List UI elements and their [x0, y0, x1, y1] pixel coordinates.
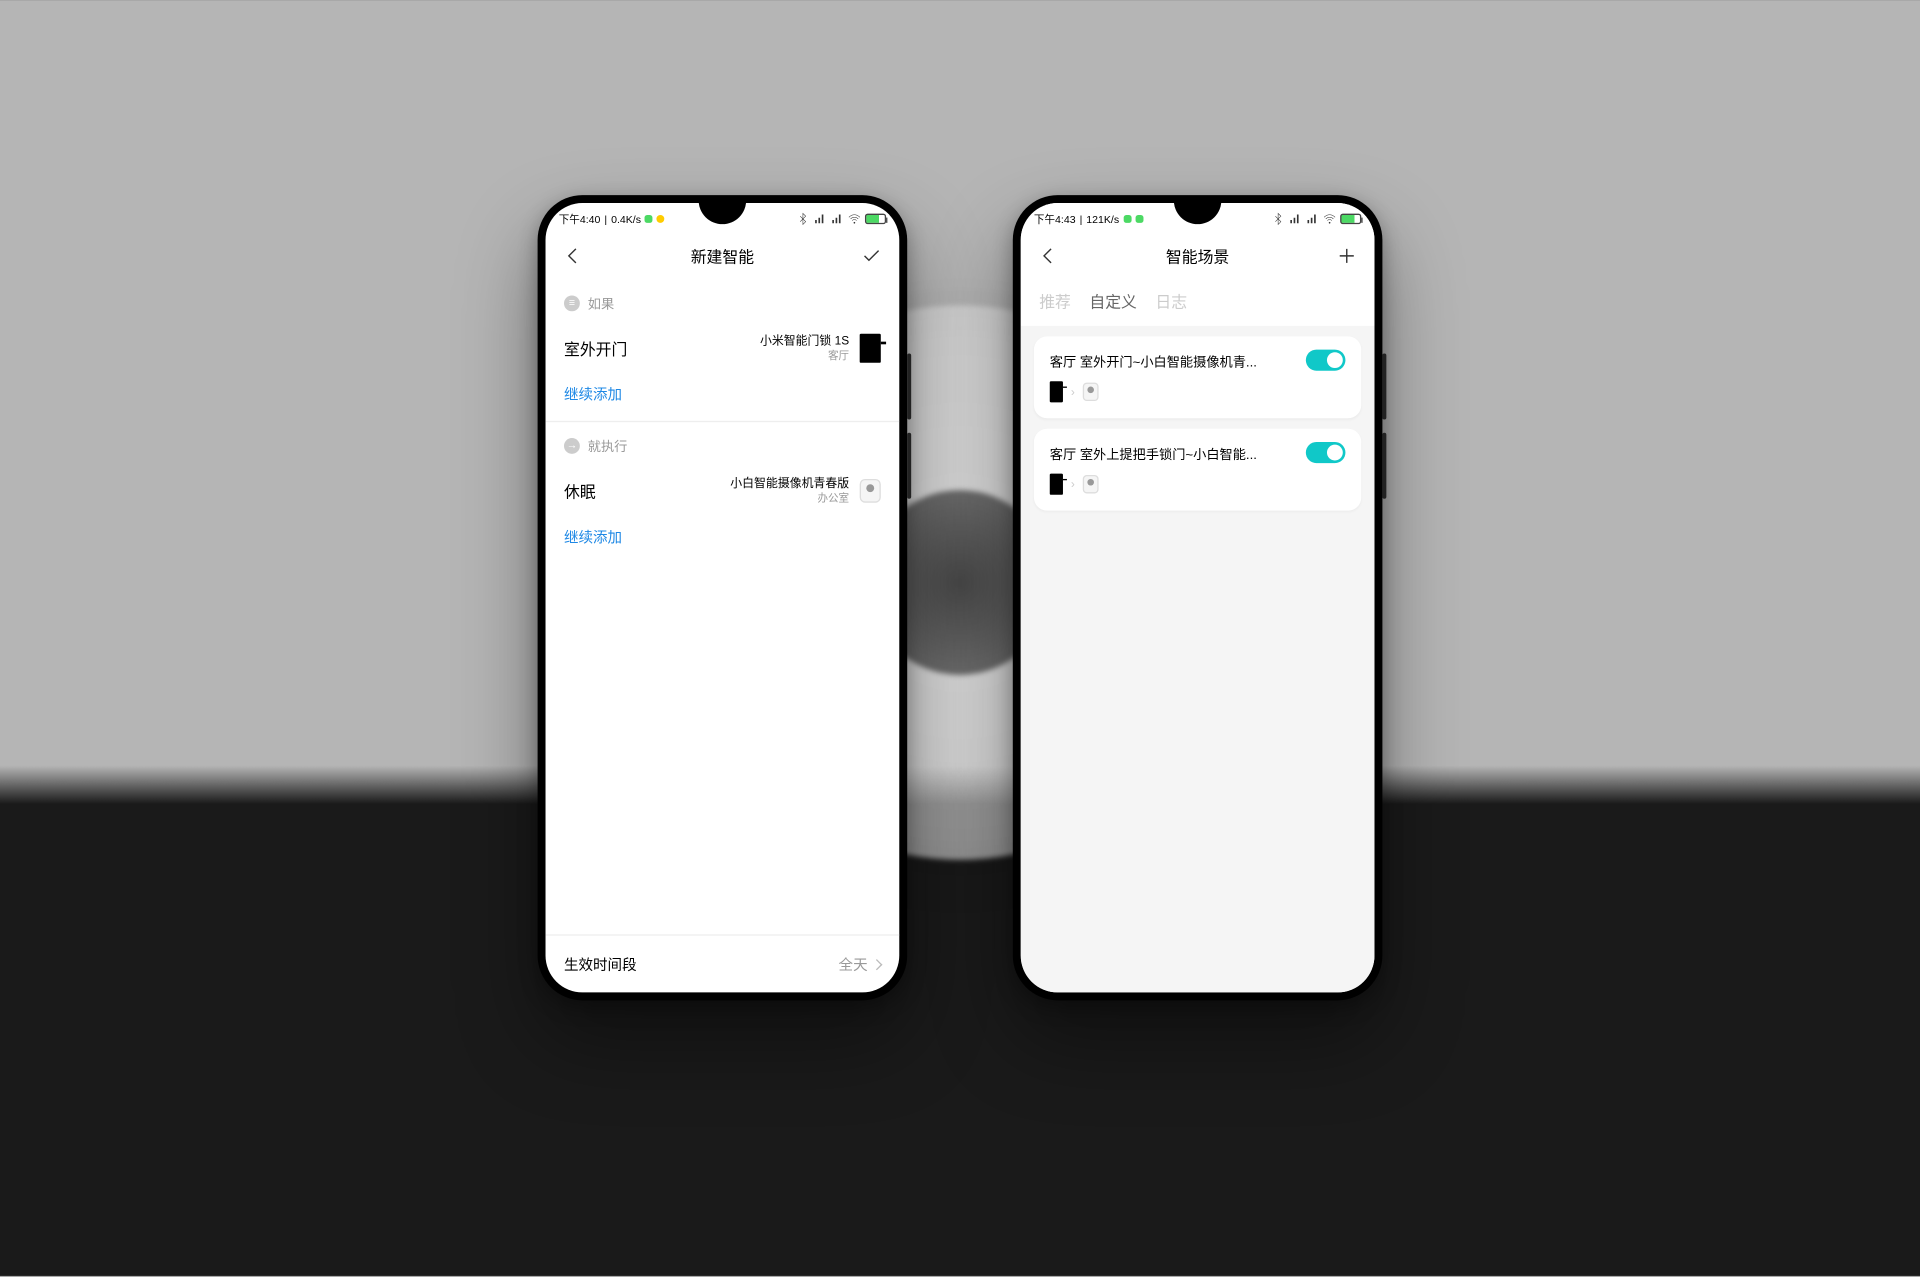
arrow-sep-icon: › — [1071, 478, 1075, 491]
phone-left: 下午4:40 | 0.4K/s — [538, 195, 908, 1000]
tab-log[interactable]: 日志 — [1155, 290, 1187, 312]
back-button[interactable] — [1037, 244, 1061, 268]
scene-title: 客厅 室外上提把手锁门~小白智能... — [1050, 443, 1257, 463]
signal-icon — [831, 212, 844, 225]
battery-icon — [1340, 214, 1361, 225]
condition-room: 客厅 — [760, 349, 849, 363]
page-title: 智能场景 — [1166, 245, 1229, 267]
arrow-sep-icon: › — [1071, 385, 1075, 398]
scene-toggle[interactable] — [1306, 442, 1346, 463]
page-title: 新建智能 — [691, 245, 754, 267]
add-action-link[interactable]: 继续添加 — [546, 519, 900, 564]
action-device: 小白智能摄像机青春版 — [730, 476, 849, 489]
back-button[interactable] — [561, 244, 585, 268]
bluetooth-icon — [796, 212, 809, 225]
phone-right: 下午4:43 | 121K/s — [1013, 195, 1383, 1000]
action-row[interactable]: 休眠 小白智能摄像机青春版 办公室 — [546, 463, 900, 519]
if-section-label: ≡ 如果 — [546, 280, 900, 321]
signal-icon — [1289, 212, 1302, 225]
status-net: 121K/s — [1086, 213, 1119, 225]
tab-recommend[interactable]: 推荐 — [1039, 290, 1071, 312]
wifi-icon — [848, 212, 861, 225]
app-header: 新建智能 — [546, 232, 900, 280]
app-header: 智能场景 — [1021, 232, 1375, 280]
condition-device: 小米智能门锁 1S — [760, 334, 849, 347]
add-condition-link[interactable]: 继续添加 — [546, 376, 900, 422]
check-icon — [861, 245, 882, 266]
app-badge-icon — [1123, 215, 1131, 223]
add-scene-button[interactable] — [1335, 244, 1359, 268]
effective-time-label: 生效时间段 — [564, 953, 637, 974]
signal-icon — [813, 212, 826, 225]
scene-devices: › — [1050, 381, 1346, 402]
scene-devices: › — [1050, 474, 1346, 495]
chevron-right-icon — [871, 958, 882, 969]
door-lock-icon — [1050, 381, 1063, 402]
then-icon: → — [564, 437, 580, 453]
app-badge-icon — [1135, 215, 1143, 223]
arrow-left-icon — [1038, 245, 1059, 266]
status-time: 下午4:40 — [559, 212, 601, 227]
door-lock-icon — [1050, 474, 1063, 495]
camera-icon — [1083, 475, 1099, 493]
status-time: 下午4:43 — [1034, 212, 1076, 227]
then-section-label: → 就执行 — [546, 422, 900, 463]
scene-title: 客厅 室外开门~小白智能摄像机青... — [1050, 350, 1257, 370]
app-badge-icon — [645, 215, 653, 223]
tab-custom[interactable]: 自定义 — [1089, 290, 1137, 312]
scene-card[interactable]: 客厅 室外开门~小白智能摄像机青... › — [1034, 336, 1361, 418]
if-icon: ≡ — [564, 295, 580, 311]
bluetooth-icon — [1272, 212, 1285, 225]
camera-icon — [860, 479, 881, 503]
effective-time-value: 全天 — [839, 953, 868, 974]
plus-icon — [1336, 245, 1357, 266]
action-room: 办公室 — [730, 492, 849, 506]
action-name: 休眠 — [564, 480, 596, 502]
confirm-button[interactable] — [860, 244, 884, 268]
signal-icon — [1306, 212, 1319, 225]
battery-icon — [865, 214, 886, 225]
arrow-left-icon — [563, 245, 584, 266]
camera-icon — [1083, 383, 1099, 401]
wifi-icon — [1323, 212, 1336, 225]
scene-card[interactable]: 客厅 室外上提把手锁门~小白智能... › — [1034, 429, 1361, 511]
condition-row[interactable]: 室外开门 小米智能门锁 1S 客厅 — [546, 321, 900, 377]
door-lock-icon — [860, 334, 881, 363]
condition-action: 室外开门 — [564, 337, 627, 359]
effective-time-row[interactable]: 生效时间段 全天 — [546, 934, 900, 992]
scene-tabs: 推荐 自定义 日志 — [1021, 280, 1375, 326]
status-net: 0.4K/s — [611, 213, 641, 225]
scene-toggle[interactable] — [1306, 350, 1346, 371]
app-badge-icon — [657, 215, 665, 223]
